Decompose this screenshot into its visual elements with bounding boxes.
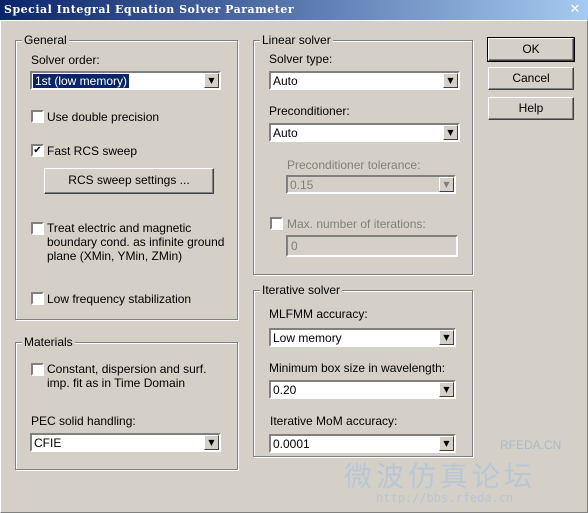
chevron-down-icon[interactable]: ▼ (204, 73, 219, 88)
solver-order-label: Solver order: (31, 53, 100, 67)
title-bar[interactable]: Special Integral Equation Solver Paramet… (0, 0, 588, 20)
use-double-precision-label: Use double precision (47, 110, 160, 124)
preconditioner-label: Preconditioner: (269, 104, 350, 118)
treat-boundary-label-line1: Treat electric and magnetic (47, 221, 192, 235)
max-iterations-label: Max. number of iterations: (287, 217, 426, 231)
treat-boundary-label-line3: plane (XMin, YMin, ZMin) (47, 249, 183, 263)
pec-solid-handling-label: PEC solid handling: (31, 414, 136, 428)
preconditioner-dropdown[interactable]: Auto ▼ (269, 123, 460, 142)
preconditioner-value: Auto (273, 126, 298, 140)
window-title: Special Integral Equation Solver Paramet… (4, 3, 295, 16)
iterative-mom-accuracy-dropdown[interactable]: 0.0001 ▼ (269, 434, 456, 453)
close-icon[interactable]: ✕ (568, 3, 582, 17)
help-button[interactable]: Help (488, 97, 574, 120)
solver-order-value: 1st (low memory) (31, 73, 131, 89)
solver-type-dropdown[interactable]: Auto ▼ (269, 71, 460, 90)
solver-order-dropdown[interactable]: 1st (low memory) ▼ (30, 71, 221, 90)
constant-dispersion-label-line1: Constant, dispersion and surf. (47, 362, 207, 376)
mlfmm-accuracy-value: Low memory (273, 331, 342, 345)
iterative-mom-accuracy-value: 0.0001 (273, 437, 310, 451)
pec-solid-handling-value: CFIE (34, 436, 62, 450)
pec-solid-handling-dropdown[interactable]: CFIE ▼ (30, 433, 221, 452)
general-legend: General (22, 33, 69, 47)
iterative-solver-legend: Iterative solver (260, 283, 343, 297)
max-iterations-checkbox[interactable] (270, 217, 283, 230)
watermark-brand: RFEDA.CN (500, 438, 562, 452)
fast-rcs-sweep-label: Fast RCS sweep (47, 144, 138, 158)
solver-type-label: Solver type: (269, 52, 333, 66)
minimum-box-size-label: Minimum box size in wavelength: (269, 361, 446, 375)
preconditioner-tolerance-label: Preconditioner tolerance: (287, 158, 421, 172)
constant-dispersion-label-line2: imp. fit as in Time Domain (47, 376, 186, 390)
treat-boundary-label-line2: boundary cond. as infinite ground (47, 235, 225, 249)
mlfmm-accuracy-dropdown[interactable]: Low memory ▼ (269, 328, 456, 347)
watermark: 微波仿真论坛 http://bbs.rfeda.cn (340, 455, 580, 509)
chevron-down-icon[interactable]: ▼ (204, 435, 219, 450)
chevron-down-icon[interactable]: ▼ (443, 125, 458, 140)
chevron-down-icon[interactable]: ▼ (439, 436, 454, 451)
cancel-button[interactable]: Cancel (488, 67, 574, 90)
solver-type-value: Auto (273, 74, 298, 88)
rcs-sweep-settings-button[interactable]: RCS sweep settings ... (44, 168, 214, 194)
treat-boundary-checkbox[interactable] (31, 222, 44, 235)
preconditioner-tolerance-dropdown[interactable]: 0.15 ▼ (286, 175, 456, 194)
materials-legend: Materials (22, 335, 75, 349)
checkmark-icon: ✔ (33, 145, 42, 156)
minimum-box-size-dropdown[interactable]: 0.20 ▼ (269, 380, 456, 399)
max-iterations-input[interactable]: 0 (286, 235, 458, 257)
iterative-mom-accuracy-label: Iterative MoM accuracy: (270, 414, 398, 428)
constant-dispersion-checkbox[interactable] (31, 363, 44, 376)
chevron-down-icon[interactable]: ▼ (439, 382, 454, 397)
chevron-down-icon[interactable]: ▼ (439, 177, 454, 192)
fast-rcs-sweep-checkbox[interactable]: ✔ (31, 144, 44, 157)
max-iterations-value: 0 (291, 239, 298, 253)
chevron-down-icon[interactable]: ▼ (443, 73, 458, 88)
watermark-url: http://bbs.rfeda.cn (376, 491, 514, 505)
ok-button[interactable]: OK (487, 37, 575, 62)
use-double-precision-checkbox[interactable] (31, 110, 44, 123)
linear-solver-legend: Linear solver (260, 33, 333, 47)
preconditioner-tolerance-value: 0.15 (290, 178, 314, 192)
minimum-box-size-value: 0.20 (273, 383, 297, 397)
chevron-down-icon[interactable]: ▼ (439, 330, 454, 345)
mlfmm-accuracy-label: MLFMM accuracy: (269, 307, 368, 321)
watermark-title: 微波仿真论坛 (344, 460, 537, 493)
low-frequency-stabilization-checkbox[interactable] (31, 292, 44, 305)
low-frequency-stabilization-label: Low frequency stabilization (47, 292, 192, 306)
